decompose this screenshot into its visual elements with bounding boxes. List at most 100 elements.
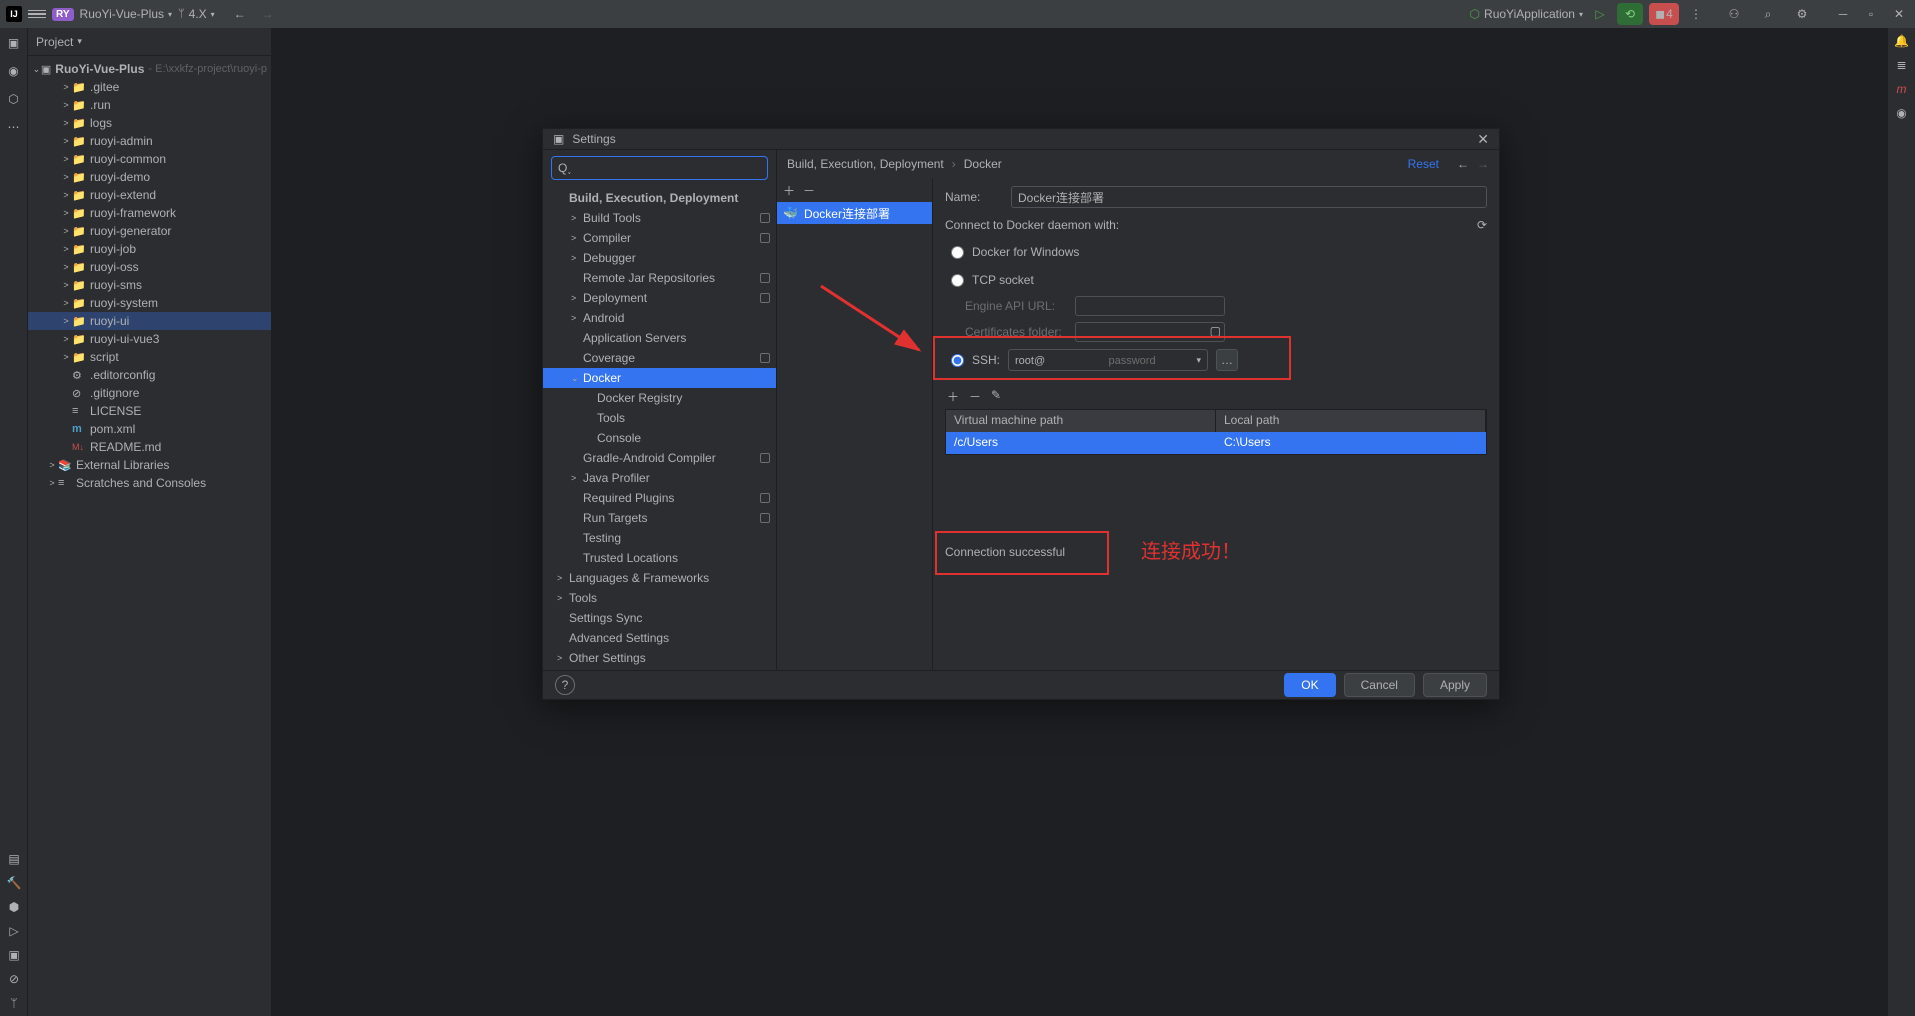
ok-button[interactable]: OK <box>1284 673 1335 697</box>
settings-tree-item[interactable]: Console <box>543 428 776 448</box>
settings-tree-item[interactable]: > Deployment <box>543 288 776 308</box>
tree-node[interactable]: > 📁 ruoyi-admin <box>28 132 271 150</box>
bookmarks-tool-icon[interactable]: ▤ <box>8 852 19 866</box>
settings-tree-item[interactable]: > Languages & Frameworks <box>543 568 776 588</box>
tree-node[interactable]: > 📁 ruoyi-ui <box>28 312 271 330</box>
run-button[interactable]: ▷ <box>1589 3 1611 25</box>
settings-tree-item[interactable]: > Tools <box>543 588 776 608</box>
expand-icon[interactable]: > <box>46 460 58 470</box>
more-actions-button[interactable]: ⋮ <box>1685 3 1707 25</box>
nav-back-icon[interactable]: ← <box>1457 157 1469 171</box>
settings-tree-item[interactable]: > Debugger <box>543 248 776 268</box>
expand-icon[interactable]: > <box>60 244 72 254</box>
tree-node[interactable]: > 📁 ruoyi-sms <box>28 276 271 294</box>
expand-icon[interactable]: > <box>60 352 72 362</box>
expand-icon[interactable]: > <box>571 293 583 303</box>
tree-node[interactable]: > 📚 External Libraries <box>28 456 271 474</box>
tree-node[interactable]: > 📁 ruoyi-extend <box>28 186 271 204</box>
close-icon[interactable]: ✕ <box>1477 131 1489 148</box>
expand-icon[interactable]: > <box>60 172 72 182</box>
settings-tree-item[interactable]: > Build Tools <box>543 208 776 228</box>
name-input[interactable] <box>1011 186 1487 208</box>
expand-icon[interactable]: > <box>571 473 583 483</box>
stop-button[interactable]: ◼ 4 <box>1649 3 1679 25</box>
main-menu-button[interactable] <box>28 10 46 19</box>
tree-node[interactable]: > 📁 script <box>28 348 271 366</box>
ssh-config-dropdown[interactable]: root@ password ▾ <box>1008 349 1208 371</box>
ai-tool-icon[interactable]: ◉ <box>1896 106 1906 120</box>
refresh-icon[interactable]: ⟳ <box>1477 218 1487 232</box>
settings-tree-item[interactable]: Application Servers <box>543 328 776 348</box>
settings-search[interactable]: Q˯ <box>551 156 768 180</box>
add-button[interactable]: ＋ <box>783 182 795 202</box>
settings-tree-item[interactable]: Required Plugins <box>543 488 776 508</box>
radio-docker-windows[interactable]: Docker for Windows <box>945 240 1487 264</box>
expand-icon[interactable]: > <box>60 118 72 128</box>
expand-icon[interactable]: > <box>571 233 583 243</box>
expand-icon[interactable]: > <box>571 213 583 223</box>
docker-connection-item[interactable]: 🐳 Docker连接部署 <box>777 202 932 224</box>
expand-icon[interactable]: > <box>60 208 72 218</box>
reset-button[interactable]: Reset <box>1408 157 1439 171</box>
minimize-button[interactable]: ─ <box>1833 7 1853 21</box>
tree-root[interactable]: ⌄ ▣ RuoYi-Vue-Plus - E:\xxkfz-project\ru… <box>28 60 271 78</box>
run-config-selector[interactable]: ⬡ RuoYiApplication ▾ <box>1470 7 1583 21</box>
radio-tcp[interactable]: TCP socket <box>945 268 1487 292</box>
problems-tool-icon[interactable]: ⊘ <box>9 972 19 986</box>
tree-node[interactable]: > 📁 ruoyi-system <box>28 294 271 312</box>
tree-node[interactable]: M↓ README.md <box>28 438 271 456</box>
tree-node[interactable]: > 📁 .gitee <box>28 78 271 96</box>
column-header[interactable]: Virtual machine path <box>946 410 1216 432</box>
cancel-button[interactable]: Cancel <box>1344 673 1415 697</box>
settings-tree-item[interactable]: Settings Sync <box>543 608 776 628</box>
help-button[interactable]: ? <box>555 675 575 695</box>
expand-icon[interactable]: > <box>60 82 72 92</box>
tree-node[interactable]: > 📁 .run <box>28 96 271 114</box>
build-tool-icon[interactable]: 🔨 <box>7 876 22 890</box>
close-button[interactable]: ✕ <box>1889 7 1909 21</box>
settings-tree-item[interactable]: ⌄ Docker <box>543 368 776 388</box>
maven-tool-icon[interactable]: m <box>1897 82 1907 96</box>
folder-browse-icon[interactable]: ▢ <box>1210 324 1221 338</box>
expand-icon[interactable]: > <box>60 334 72 344</box>
nav-forward-icon[interactable]: → <box>1477 157 1489 171</box>
expand-icon[interactable]: > <box>571 313 583 323</box>
settings-tree-item[interactable]: Gradle-Android Compiler <box>543 448 776 468</box>
ssh-browse-button[interactable]: … <box>1216 349 1238 371</box>
expand-icon[interactable]: > <box>60 154 72 164</box>
radio-input[interactable] <box>951 354 964 367</box>
expand-icon[interactable]: > <box>60 280 72 290</box>
remove-path-button[interactable]: － <box>969 388 981 405</box>
settings-tree-item[interactable]: > Java Profiler <box>543 468 776 488</box>
radio-input[interactable] <box>951 246 964 259</box>
tree-node[interactable]: > 📁 ruoyi-oss <box>28 258 271 276</box>
expand-icon[interactable]: > <box>60 190 72 200</box>
expand-icon[interactable]: > <box>557 593 569 603</box>
settings-tree-item[interactable]: Run Targets <box>543 508 776 528</box>
tree-node[interactable]: > 📁 logs <box>28 114 271 132</box>
column-header[interactable]: Local path <box>1216 410 1486 432</box>
settings-tree-item[interactable]: Remote Jar Repositories <box>543 268 776 288</box>
expand-icon[interactable]: > <box>60 226 72 236</box>
expand-icon[interactable]: ⌄ <box>571 373 583 384</box>
expand-icon[interactable]: > <box>60 136 72 146</box>
tree-node[interactable]: ⊘ .gitignore <box>28 384 271 402</box>
structure-tool-icon[interactable]: ⬡ <box>5 90 23 108</box>
expand-icon[interactable]: > <box>60 262 72 272</box>
settings-tree-item[interactable]: Build, Execution, Deployment <box>543 188 776 208</box>
expand-icon[interactable]: > <box>557 653 569 663</box>
commit-tool-icon[interactable]: ◉ <box>5 62 23 80</box>
nav-back-button[interactable]: ← <box>229 3 251 25</box>
maximize-button[interactable]: ▫ <box>1861 7 1881 21</box>
services-tool-icon[interactable]: ⬢ <box>9 900 19 914</box>
vcs-tool-icon[interactable]: ᛘ <box>10 996 17 1010</box>
nav-forward-button[interactable]: → <box>257 3 279 25</box>
expand-icon[interactable]: > <box>571 253 583 263</box>
tree-node[interactable]: ≡ LICENSE <box>28 402 271 420</box>
search-input[interactable] <box>575 161 761 175</box>
settings-tree-item[interactable]: Coverage <box>543 348 776 368</box>
add-path-button[interactable]: ＋ <box>947 388 959 405</box>
project-panel-header[interactable]: Project ▾ <box>28 28 271 56</box>
branch-selector[interactable]: ᛘ 4.X ▾ <box>178 7 215 21</box>
radio-input[interactable] <box>951 274 964 287</box>
